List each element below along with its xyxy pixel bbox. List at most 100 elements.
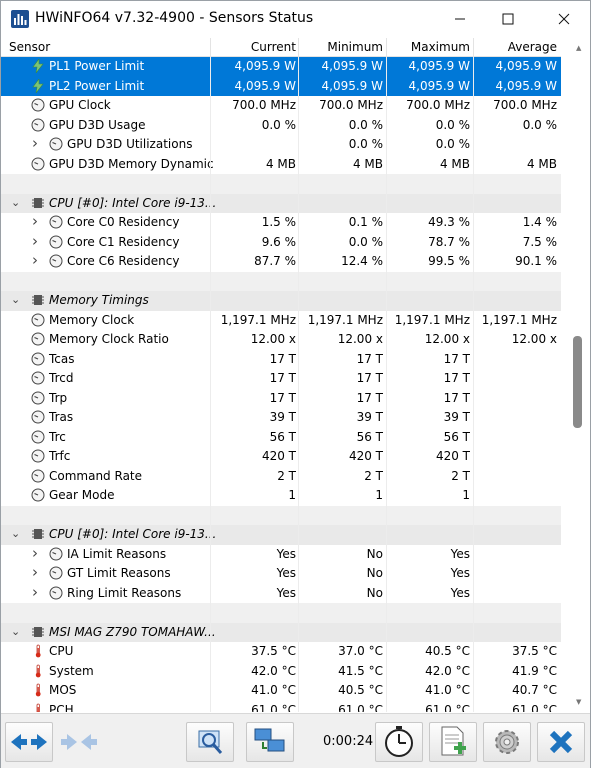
network-computers-button[interactable]: [246, 722, 294, 762]
maximum-value: 17 T: [443, 390, 470, 405]
sensor-row[interactable]: Trfc 420 T 420 T 420 T: [1, 447, 561, 467]
current-value: Yes: [276, 585, 296, 600]
chevron-right-icon[interactable]: ›: [32, 134, 42, 152]
sensor-label: IA Limit Reasons: [67, 546, 167, 561]
maximum-value: 1: [462, 488, 470, 502]
average-value: 90.1 %: [515, 254, 557, 268]
minimum-value: 4,095.9 W: [321, 59, 383, 73]
chevron-down-icon[interactable]: ⌄: [11, 196, 21, 210]
minimum-value: 61.0 °C: [338, 702, 383, 713]
chevron-right-icon[interactable]: ›: [32, 583, 42, 601]
minimum-value: 0.0 %: [348, 117, 383, 132]
sensor-row[interactable]: › Ring Limit Reasons Yes No Yes: [1, 583, 561, 604]
sensor-search-icon: [198, 730, 223, 754]
minimum-value: 41.5 °C: [338, 663, 383, 678]
current-value: 12.00 x: [250, 332, 296, 346]
sensor-label: PCH: [49, 702, 74, 713]
scroll-down-arrow-icon[interactable]: ▼: [576, 698, 581, 706]
thermometer-icon: [31, 703, 45, 712]
maximum-value: 40.5 °C: [425, 644, 470, 658]
clock-gauge-icon: [31, 332, 45, 346]
close-window-button[interactable]: [541, 1, 587, 37]
sensor-label: Core C0 Residency: [67, 215, 180, 229]
current-value: 41.0 °C: [251, 683, 296, 697]
current-value: Yes: [276, 546, 296, 561]
sensor-row[interactable]: Memory Clock 1,197.1 MHz 1,197.1 MHz 1,197.…: [1, 311, 561, 331]
logging-start-button[interactable]: [429, 722, 477, 762]
sensor-row[interactable]: Memory Clock Ratio 12.00 x 12.00 x 12.00 x 1…: [1, 330, 561, 350]
settings-button[interactable]: [483, 722, 531, 762]
sensor-row[interactable]: › Core C6 Residency 87.7 % 12.4 % 99.5 % 90.1…: [1, 251, 561, 272]
column-divider: [473, 38, 474, 57]
clock-gauge-icon: [49, 254, 63, 268]
chevron-down-icon[interactable]: ⌄: [11, 527, 21, 541]
chevron-right-icon[interactable]: ›: [32, 232, 42, 250]
column-header-maximum[interactable]: Maximum: [389, 40, 470, 54]
column-header-average[interactable]: Average: [475, 40, 557, 54]
sensor-group-header[interactable]: ⌄ Memory Timings: [1, 291, 561, 311]
maximum-value: 2 T: [451, 468, 470, 483]
collapse-all-button[interactable]: [55, 722, 103, 762]
chevron-down-icon[interactable]: ⌄: [11, 625, 21, 639]
chevron-right-icon[interactable]: ›: [32, 563, 42, 581]
close-sensors-button[interactable]: [537, 722, 585, 762]
column-header-minimum[interactable]: Minimum: [301, 40, 383, 54]
current-value: 1,197.1 MHz: [220, 312, 296, 327]
sensor-row[interactable]: › GPU D3D Utilizations 0.0 % 0.0 %: [1, 134, 561, 155]
minimize-button[interactable]: [437, 1, 483, 37]
reset-timer-button[interactable]: [375, 722, 423, 762]
sensor-row[interactable]: PCH 61.0 °C 61.0 °C 61.0 °C 61.0 °C: [1, 701, 561, 713]
minimum-value: 1: [375, 488, 383, 502]
sensor-row[interactable]: Tras 39 T 39 T 39 T: [1, 408, 561, 428]
sensor-row[interactable]: GPU Clock 700.0 MHz 700.0 MHz 700.0 MHz 700.…: [1, 96, 561, 116]
sensor-group-header[interactable]: ⌄ CPU [#0]: Intel Core i9-13...: [1, 525, 561, 545]
sensor-row[interactable]: Command Rate 2 T 2 T 2 T: [1, 467, 561, 487]
sensor-group-header[interactable]: ⌄ CPU [#0]: Intel Core i9-13...: [1, 193, 561, 213]
scrollbar-thumb[interactable]: [573, 336, 582, 428]
sensor-label: PL2 Power Limit: [49, 78, 145, 93]
sensor-row[interactable]: MOS 41.0 °C 40.5 °C 41.0 °C 40.7 °C: [1, 681, 561, 701]
sensor-label: CPU: [49, 644, 74, 658]
sensor-row[interactable]: › Core C0 Residency 1.5 % 0.1 % 49.3 % 1.4 %: [1, 212, 561, 233]
sensor-row[interactable]: CPU 37.5 °C 37.0 °C 40.5 °C 37.5 °C: [1, 642, 561, 662]
scroll-up-arrow-icon[interactable]: ▲: [576, 44, 581, 52]
average-value: 12.00 x: [511, 332, 557, 346]
sensor-row[interactable]: › Core C1 Residency 9.6 % 0.0 % 78.7 % 7.5 %: [1, 232, 561, 253]
column-header-current[interactable]: Current: [213, 40, 296, 54]
sensor-row[interactable]: PL1 Power Limit 4,095.9 W 4,095.9 W 4,095.9…: [1, 57, 561, 77]
sensor-row[interactable]: Trp 17 T 17 T 17 T: [1, 389, 561, 409]
sensor-group-header[interactable]: ⌄ MSI MAG Z790 TOMAHAW...: [1, 622, 561, 642]
maximum-value: 420 T: [435, 449, 470, 463]
sensor-label: Core C1 Residency: [67, 234, 180, 249]
sensor-row[interactable]: Gear Mode 1 1 1: [1, 486, 561, 506]
column-header-sensor[interactable]: Sensor: [9, 40, 50, 54]
sensor-row[interactable]: PL2 Power Limit 4,095.9 W 4,095.9 W 4,095.9…: [1, 76, 561, 96]
chevron-right-icon[interactable]: ›: [32, 212, 42, 230]
sensor-row[interactable]: System 42.0 °C 41.5 °C 42.0 °C 41.9 °C: [1, 662, 561, 682]
minimum-value: No: [366, 546, 383, 561]
sensor-row[interactable]: Trcd 17 T 17 T 17 T: [1, 369, 561, 389]
maximum-value: 12.00 x: [424, 332, 470, 346]
sensor-row[interactable]: › GT Limit Reasons Yes No Yes: [1, 563, 561, 584]
sensor-row[interactable]: Trc 56 T 56 T 56 T: [1, 428, 561, 448]
minimum-value: 0.0 %: [348, 137, 383, 151]
sensor-row[interactable]: Tcas 17 T 17 T 17 T: [1, 350, 561, 370]
chevron-right-icon[interactable]: ›: [32, 251, 42, 269]
current-value: Yes: [276, 566, 296, 580]
sensor-row[interactable]: GPU D3D Usage 0.0 % 0.0 % 0.0 % 0.0 %: [1, 116, 561, 136]
chip-icon: [31, 196, 45, 210]
sensor-search-button[interactable]: [186, 722, 234, 762]
sensor-label: Core C6 Residency: [67, 254, 180, 268]
expand-collapse-button[interactable]: [5, 722, 53, 762]
sensor-row[interactable]: GPU D3D Memory Dynamic 4 MB 4 MB 4 MB 4 MB: [1, 155, 561, 175]
clock-gauge-icon: [49, 137, 63, 151]
minimum-value: 4,095.9 W: [321, 78, 383, 93]
thermometer-icon: [31, 644, 45, 658]
group-title: Memory Timings: [49, 293, 149, 307]
maximize-button[interactable]: [485, 1, 531, 37]
sensor-row[interactable]: › IA Limit Reasons Yes No Yes: [1, 544, 561, 565]
current-value: 87.7 %: [254, 254, 296, 268]
chevron-down-icon[interactable]: ⌄: [11, 293, 21, 307]
average-value: 40.7 °C: [512, 683, 557, 697]
chevron-right-icon[interactable]: ›: [32, 544, 42, 562]
